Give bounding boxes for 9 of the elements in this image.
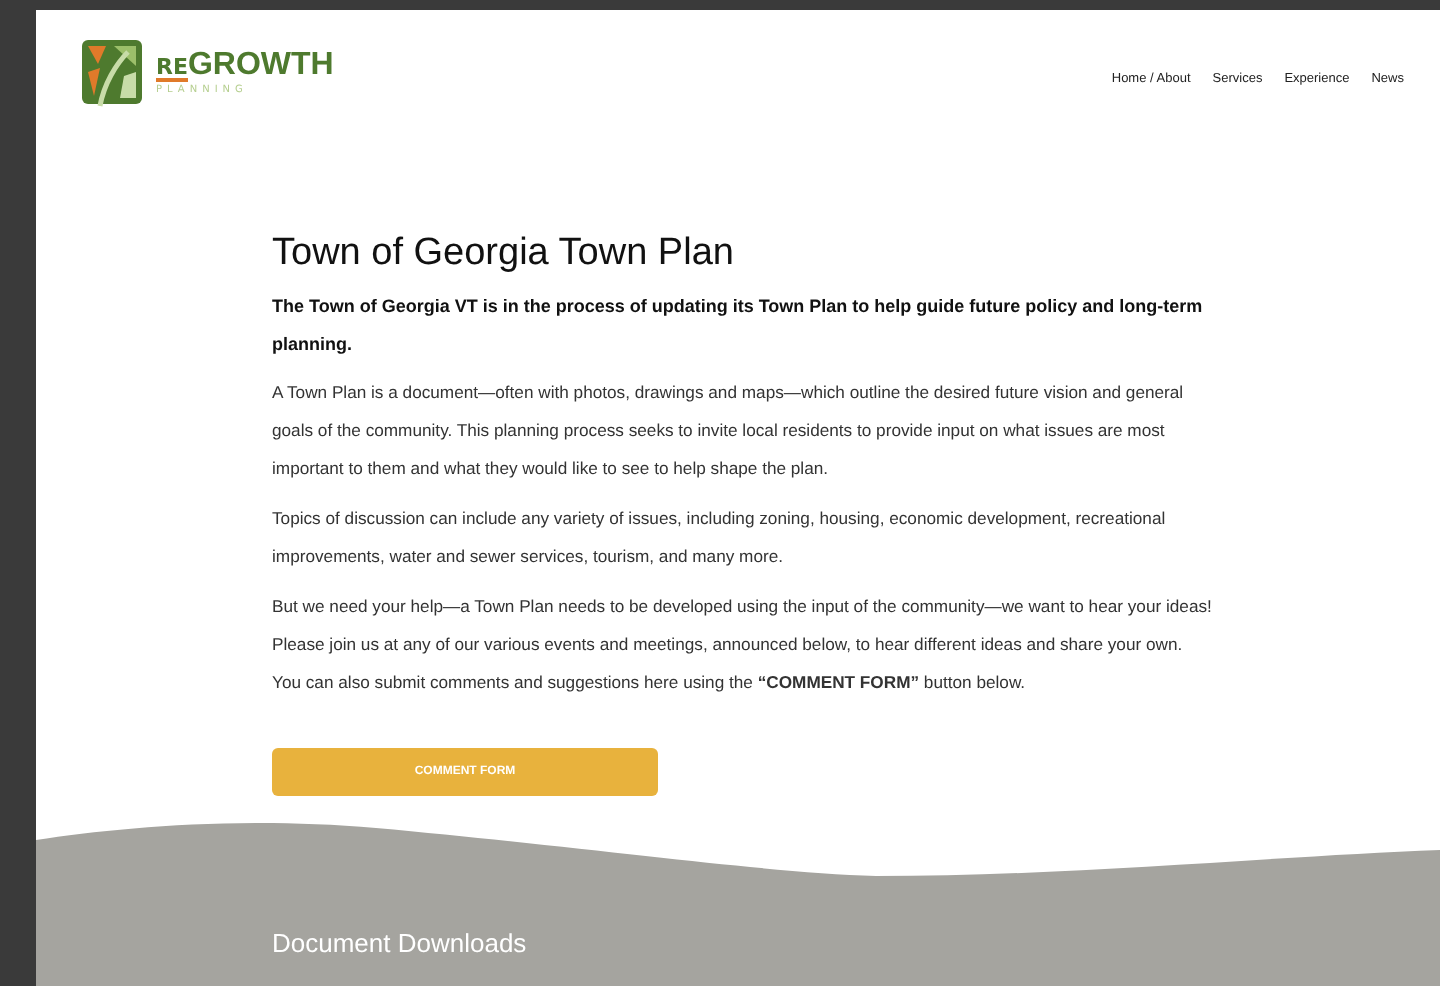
page-title: Town of Georgia Town Plan	[272, 232, 736, 276]
lead-paragraph: The Town of Georgia VT is in the process of updating its Town Plan to help guide future policy and long-term planning.	[272, 294, 1205, 358]
body-paragraph: A Town Plan is a document—often with photos, drawings and maps—which outline the desired future vision and general goals of the community. This planning process seeks to invite local residents to provide input on what issues are most important to them and what they would like to see to help shape the plan.	[272, 380, 1186, 482]
logo-wordmark: GROWTH	[187, 47, 334, 83]
body-paragraph: Topics of discussion can include any variety of issues, including zoning, housing, economic development, recreational improvements, water and sewer services, tourism, and many more.	[272, 506, 1168, 570]
logo-prefix: RE	[156, 55, 188, 81]
section-heading: Document Downloads	[272, 928, 529, 958]
body-paragraph: But we need your help—a Town Plan needs to be developed using the input of the community—we want to hear your ideas! Please join us at any of our various events and meetings, announced below, to hear different ideas and share your own. You can also submit comments and suggestions here using the “COMMENT FORM” button below.	[272, 594, 1212, 696]
logo-icon	[80, 35, 144, 107]
